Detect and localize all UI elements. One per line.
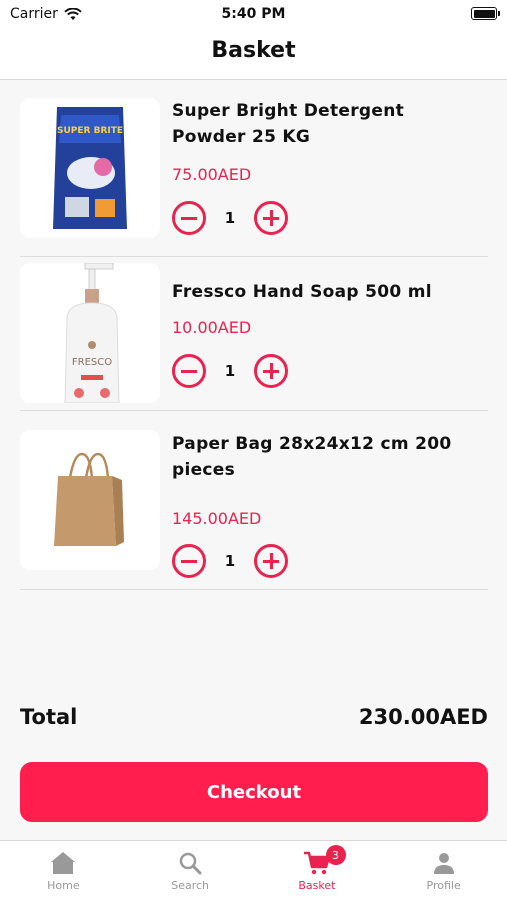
- cart-item: SUPER BRITE Super Bright Detergent Powde…: [20, 80, 488, 257]
- product-image: SUPER BRITE: [20, 98, 160, 238]
- detergent-bag-label: SUPER BRITE: [57, 126, 123, 136]
- quantity-value: 1: [224, 362, 236, 380]
- item-price: 10.00AED: [172, 318, 252, 337]
- decrease-quantity-button[interactable]: [172, 354, 206, 388]
- paper-bag-image: [54, 452, 124, 546]
- tab-basket[interactable]: 3 Basket: [254, 841, 381, 900]
- quantity-stepper: 1: [172, 354, 288, 388]
- total-row: Total 230.00AED: [20, 705, 488, 729]
- tab-label: Profile: [426, 879, 461, 892]
- quantity-value: 1: [224, 209, 236, 227]
- home-icon: [51, 852, 76, 874]
- checkout-button[interactable]: Checkout: [20, 762, 488, 822]
- cart-list: SUPER BRITE Super Bright Detergent Powde…: [20, 80, 488, 590]
- tab-profile[interactable]: Profile: [380, 841, 507, 900]
- quantity-stepper: 1: [172, 201, 288, 235]
- nav-bar: Basket: [0, 28, 507, 80]
- total-label: Total: [20, 705, 78, 729]
- basket-count-badge: 3: [325, 845, 346, 865]
- soap-bottle-image: FRESCO: [64, 263, 120, 403]
- tab-label: Search: [171, 879, 210, 892]
- battery-icon: [471, 7, 500, 20]
- soap-bottle-label: FRESCO: [72, 357, 112, 368]
- item-price: 75.00AED: [172, 165, 252, 184]
- item-title: Super Bright Detergent Powder 25 KG: [172, 101, 405, 147]
- decrease-quantity-button[interactable]: [172, 201, 206, 235]
- tab-home[interactable]: Home: [0, 841, 127, 900]
- increase-quantity-button[interactable]: [254, 354, 288, 388]
- item-price: 145.00AED: [172, 509, 262, 528]
- page-title: Basket: [211, 38, 296, 63]
- cart-item: FRESCO Fressco Hand Soap 500 ml 10.00AED…: [20, 257, 488, 411]
- quantity-stepper: 1: [172, 544, 288, 578]
- item-title: Paper Bag 28x24x12 cm 200 pieces: [172, 434, 452, 480]
- detergent-bag-image: SUPER BRITE: [53, 107, 127, 229]
- cart-item: Paper Bag 28x24x12 cm 200 pieces 145.00A…: [20, 411, 488, 590]
- increase-quantity-button[interactable]: [254, 544, 288, 578]
- tab-label: Basket: [298, 879, 336, 892]
- product-image: FRESCO: [20, 263, 160, 403]
- search-icon: [179, 852, 202, 875]
- tab-bar: Home Search 3 Basket Profile: [0, 840, 507, 900]
- profile-icon: [433, 853, 454, 874]
- item-title: Fressco Hand Soap 500 ml: [172, 282, 432, 302]
- decrease-quantity-button[interactable]: [172, 544, 206, 578]
- tab-label: Home: [47, 879, 80, 892]
- quantity-value: 1: [224, 552, 236, 570]
- increase-quantity-button[interactable]: [254, 201, 288, 235]
- status-bar: Carrier 5:40 PM: [0, 0, 507, 28]
- total-value: 230.00AED: [358, 705, 488, 729]
- status-time: 5:40 PM: [221, 6, 286, 22]
- product-image: [20, 430, 160, 570]
- tab-search[interactable]: Search: [127, 841, 254, 900]
